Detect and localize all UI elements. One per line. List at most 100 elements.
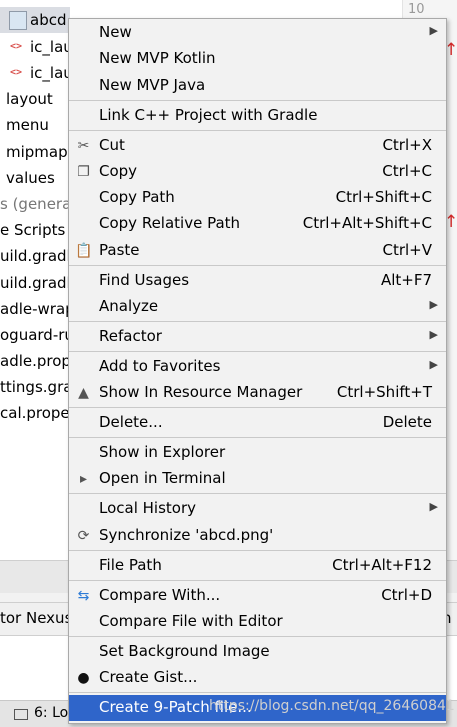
menu-item-compare-with[interactable]: ⇆ Compare With... Ctrl+D (69, 583, 446, 609)
menu-item-label: Compare File with Editor (99, 612, 283, 630)
menu-item-find-usages[interactable]: Find Usages Alt+F7 (69, 268, 446, 294)
clipboard-icon: 📋 (75, 243, 93, 259)
tree-item-proguard-rules[interactable]: oguard-ru (0, 322, 74, 348)
tree-item-mipmap[interactable]: mipmap (6, 139, 68, 165)
menu-item-cut[interactable]: ✂ Cut Ctrl+X (69, 133, 446, 159)
tree-item-values[interactable]: values (6, 165, 55, 191)
menu-item-label: Add to Favorites (99, 357, 221, 375)
submenu-arrow-icon: ▶ (429, 358, 438, 371)
submenu-arrow-icon: ▶ (429, 500, 438, 513)
menu-item-new-mvp-kotlin[interactable]: New MVP Kotlin (69, 46, 446, 72)
submenu-arrow-icon: ▶ (429, 298, 438, 311)
menu-item-open-in-terminal[interactable]: ▸ Open in Terminal (69, 466, 446, 492)
tree-item-abcd[interactable]: abcd. (0, 7, 71, 33)
menu-item-label: Create Gist... (99, 668, 198, 686)
menu-separator (69, 493, 446, 494)
menu-separator (69, 407, 446, 408)
menu-item-shortcut: Ctrl+Shift+T (336, 383, 432, 401)
tree-item-menu[interactable]: menu (6, 112, 49, 138)
menu-separator (69, 636, 446, 637)
tree-item-gradle-scripts[interactable]: e Scripts (0, 217, 65, 243)
tree-item-layout[interactable]: layout (6, 86, 53, 112)
menu-item-label: Open in Terminal (99, 469, 226, 487)
xml-file-icon: <> (9, 41, 23, 52)
menu-item-label: Cut (99, 136, 125, 154)
png-file-icon (9, 11, 27, 30)
menu-item-label: Delete... (99, 413, 163, 431)
menu-item-label: Copy Path (99, 188, 175, 206)
menu-item-label: Show In Resource Manager (99, 383, 303, 401)
menu-item-shortcut: Ctrl+C (382, 162, 432, 180)
menu-item-create-gist[interactable]: ● Create Gist... (69, 665, 446, 691)
menu-item-new-mvp-java[interactable]: New MVP Java (69, 73, 446, 99)
menu-separator (69, 692, 446, 693)
menu-item-label: New MVP Kotlin (99, 49, 216, 67)
menu-item-new[interactable]: New ▶ (69, 20, 446, 46)
status-tab-logcat[interactable]: 6: Lo (34, 705, 68, 721)
context-menu: New ▶ New MVP Kotlin New MVP Java Link C++ P… (68, 18, 447, 724)
menu-item-label: Local History (99, 499, 197, 517)
menu-item-shortcut: Ctrl+Shift+C (335, 188, 432, 206)
compare-arrows-icon: ⇆ (77, 588, 90, 604)
menu-item-label: Copy Relative Path (99, 214, 241, 232)
menu-separator (69, 130, 446, 131)
menu-item-shortcut: Ctrl+X (382, 136, 432, 154)
tab-nexus[interactable]: tor Nexus (0, 609, 72, 627)
sync-icon: ⟳ (77, 528, 90, 544)
menu-item-paste[interactable]: 📋 Paste Ctrl+V (69, 238, 446, 264)
menu-separator (69, 437, 446, 438)
menu-item-shortcut: Ctrl+Alt+F12 (332, 556, 432, 574)
scissors-icon: ✂ (77, 138, 90, 154)
menu-separator (69, 100, 446, 101)
menu-separator (69, 580, 446, 581)
menu-item-shortcut: Delete (382, 413, 432, 431)
menu-separator (69, 351, 446, 352)
menu-item-link-c-project-with-gradle[interactable]: Link C++ Project with Gradle (69, 103, 446, 129)
menu-item-label: Refactor (99, 327, 162, 345)
copy-icon: ❐ (77, 164, 90, 180)
menu-item-shortcut: Ctrl+D (381, 586, 432, 604)
xml-file-icon: <> (9, 67, 23, 78)
menu-item-label: Find Usages (99, 271, 190, 289)
menu-item-shortcut: Ctrl+Alt+Shift+C (302, 214, 432, 232)
menu-item-delete[interactable]: Delete... Delete (69, 410, 446, 436)
terminal-icon: ▸ (79, 471, 88, 487)
menu-item-label: Set Background Image (99, 642, 270, 660)
resource-manager-icon: ▲ (78, 385, 89, 401)
menu-item-shortcut: Ctrl+V (382, 241, 432, 259)
menu-item-add-to-favorites[interactable]: Add to Favorites ▶ (69, 354, 446, 380)
menu-item-label: Paste (99, 241, 140, 259)
menu-item-copy[interactable]: ❐ Copy Ctrl+C (69, 159, 446, 185)
menu-item-file-path[interactable]: File Path Ctrl+Alt+F12 (69, 553, 446, 579)
tree-item-settings-gradle[interactable]: ttings.gra (0, 374, 72, 400)
tree-item-local-properties[interactable]: cal.prope (0, 400, 70, 426)
menu-item-show-in-resource-manager[interactable]: ▲ Show In Resource Manager Ctrl+Shift+T (69, 380, 446, 406)
menu-item-analyze[interactable]: Analyze ▶ (69, 294, 446, 320)
menu-separator (69, 321, 446, 322)
menu-item-copy-path[interactable]: Copy Path Ctrl+Shift+C (69, 185, 446, 211)
menu-item-local-history[interactable]: Local History ▶ (69, 496, 446, 522)
line-number: 10 (408, 2, 425, 17)
submenu-arrow-icon: ▶ (429, 24, 438, 37)
menu-item-label: Analyze (99, 297, 159, 315)
menu-item-label: File Path (99, 556, 162, 574)
tree-item-gradle-wrapper[interactable]: adle-wrap (0, 296, 75, 322)
menu-item-compare-file-with-editor[interactable]: Compare File with Editor (69, 609, 446, 635)
menu-item-label: Link C++ Project with Gradle (99, 106, 318, 124)
tree-item-generated[interactable]: s (generat (0, 191, 77, 217)
menu-item-show-in-explorer[interactable]: Show in Explorer (69, 440, 446, 466)
menu-separator (69, 265, 446, 266)
submenu-arrow-icon: ▶ (429, 328, 438, 341)
github-icon: ● (77, 670, 90, 686)
menu-item-label: Copy (99, 162, 138, 180)
tree-item-gradle-properties[interactable]: adle.prop (0, 348, 71, 374)
menu-item-refactor[interactable]: Refactor ▶ (69, 324, 446, 350)
watermark: https://blog.csdn.net/qq_26460841 (209, 698, 455, 714)
menu-item-label: New (99, 23, 132, 41)
menu-item-copy-relative-path[interactable]: Copy Relative Path Ctrl+Alt+Shift+C (69, 211, 446, 237)
menu-item-label: Compare With... (99, 586, 221, 604)
menu-item-set-background-image[interactable]: Set Background Image (69, 639, 446, 665)
menu-item-label: New MVP Java (99, 76, 206, 94)
menu-separator (69, 550, 446, 551)
menu-item-synchronize-abcd-png[interactable]: ⟳ Synchronize 'abcd.png' (69, 523, 446, 549)
